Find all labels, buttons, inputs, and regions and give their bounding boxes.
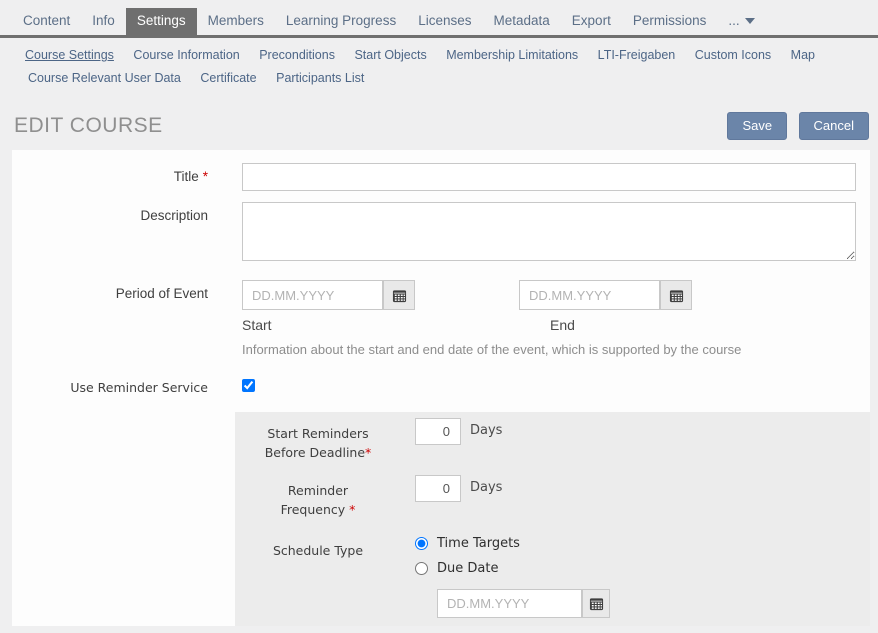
subtab-course-relevant-user-data[interactable]: Course Relevant User Data [28,71,181,85]
due-date-label: Due Date [437,561,498,576]
reminder-frequency-control: Days [415,475,502,519]
subtab-start-objects[interactable]: Start Objects [354,48,426,62]
main-tab-bar: Content Info Settings Members Learning P… [0,0,878,38]
use-reminder-service-checkbox[interactable] [242,379,255,392]
subtab-map[interactable]: Map [791,48,815,62]
sub-tab-row-2: Course Relevant User Data Certificate Pa… [25,71,858,85]
cancel-button[interactable]: Cancel [799,112,869,140]
subtab-lti-freigaben[interactable]: LTI-Freigaben [598,48,676,62]
description-control [242,202,856,266]
start-reminders-label-line2: Before Deadline [265,445,365,460]
schedule-option-due-date[interactable]: Due Date [415,561,610,576]
tab-more-label: ... [728,13,739,28]
page-title: EDIT COURSE [14,114,163,138]
reminder-row: Use Reminder Service [12,379,870,397]
edit-course-form: Title * Description Period of Event [12,150,870,626]
due-date-calendar-button[interactable] [582,589,610,618]
calendar-icon [392,288,407,303]
period-start-input[interactable] [242,280,383,310]
reminder-frequency-required-marker: * [349,502,355,517]
reminder-control [242,379,856,397]
chevron-down-icon [745,18,755,24]
due-date-group [437,589,610,618]
subtab-membership-limitations[interactable]: Membership Limitations [446,48,578,62]
period-sub-labels: Start End [242,317,856,333]
reminder-frequency-unit: Days [470,475,502,519]
start-reminders-control: Days [415,418,502,462]
period-start-calendar-button[interactable] [383,280,415,310]
title-required-marker: * [203,169,208,184]
time-targets-radio[interactable] [415,537,428,550]
action-buttons: Save Cancel [720,112,869,140]
subtab-course-settings[interactable]: Course Settings [25,48,114,62]
tab-permissions[interactable]: Permissions [622,8,718,35]
period-label: Period of Event [12,280,208,357]
page-header: EDIT COURSE Save Cancel [14,112,869,140]
calendar-icon [589,596,604,611]
sub-tab-bar: Course Settings Course Information Preco… [0,38,878,98]
reminder-frequency-days-input[interactable] [415,475,461,502]
due-date-input[interactable] [437,589,582,618]
tab-metadata[interactable]: Metadata [483,8,561,35]
start-reminders-unit: Days [470,418,502,462]
subtab-course-information[interactable]: Course Information [133,48,239,62]
reminder-frequency-row: Reminder Frequency* Days [235,475,870,519]
period-control: Start End Information about the start an… [242,280,856,357]
reminder-label: Use Reminder Service [12,379,208,397]
period-start-group [242,280,415,310]
reminder-frequency-label-line2: Frequency [281,502,346,517]
tab-licenses[interactable]: Licenses [407,8,482,35]
title-input[interactable] [242,163,856,191]
start-reminders-required-marker: * [365,445,371,460]
period-end-group [519,280,692,310]
schedule-option-time-targets[interactable]: Time Targets [415,536,610,551]
reminder-settings-panel: Start Reminders Before Deadline* Days Re… [235,412,870,626]
subtab-participants-list[interactable]: Participants List [276,71,364,85]
subtab-certificate[interactable]: Certificate [200,71,256,85]
period-inputs [242,280,856,310]
start-reminders-days-input[interactable] [415,418,461,445]
period-end-calendar-button[interactable] [660,280,692,310]
time-targets-label: Time Targets [437,536,520,551]
title-label: Title * [12,163,208,191]
tab-more[interactable]: ... [717,8,765,35]
schedule-type-label: Schedule Type [243,536,393,618]
period-help-text: Information about the start and end date… [242,342,856,357]
schedule-type-row: Schedule Type Time Targets Due Date [235,536,870,618]
schedule-type-options: Time Targets Due Date [415,536,610,618]
reminder-frequency-label: Reminder Frequency* [243,475,393,519]
description-label: Description [12,202,208,266]
subtab-preconditions[interactable]: Preconditions [259,48,335,62]
start-reminders-label: Start Reminders Before Deadline* [243,418,393,462]
title-row: Title * [12,163,870,191]
subtab-custom-icons[interactable]: Custom Icons [695,48,771,62]
start-reminders-row: Start Reminders Before Deadline* Days [235,418,870,462]
description-textarea[interactable] [242,202,856,261]
tab-export[interactable]: Export [561,8,622,35]
period-end-label: End [550,317,575,333]
save-button[interactable]: Save [727,112,787,140]
sub-tab-row-1: Course Settings Course Information Preco… [25,48,858,62]
tab-content[interactable]: Content [12,8,81,35]
description-row: Description [12,202,870,266]
start-reminders-label-line1: Start Reminders [267,426,368,441]
title-label-text: Title [174,169,199,184]
tab-info[interactable]: Info [81,8,126,35]
tab-settings[interactable]: Settings [126,8,197,35]
period-row: Period of Event [12,280,870,357]
due-date-radio[interactable] [415,562,428,575]
period-start-label: Start [242,317,550,333]
reminder-frequency-label-line1: Reminder [288,483,348,498]
title-control [242,163,856,191]
tab-learning-progress[interactable]: Learning Progress [275,8,407,35]
tab-members[interactable]: Members [197,8,275,35]
period-end-input[interactable] [519,280,660,310]
calendar-icon [669,288,684,303]
